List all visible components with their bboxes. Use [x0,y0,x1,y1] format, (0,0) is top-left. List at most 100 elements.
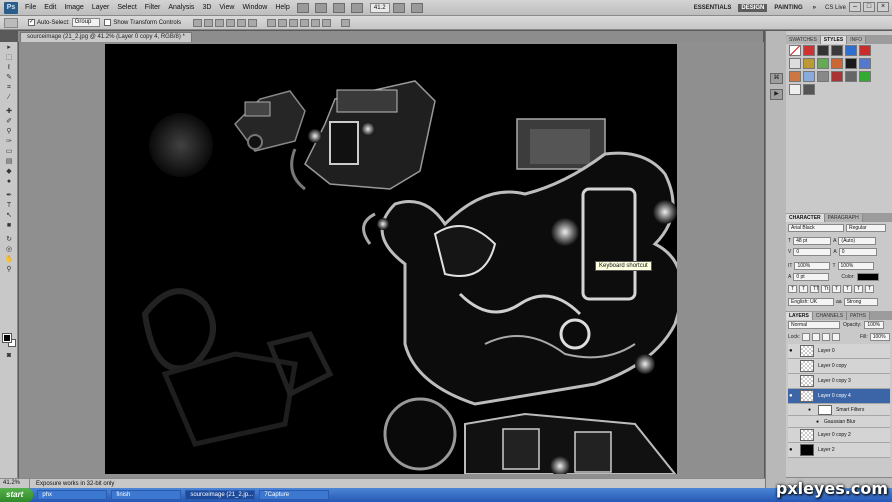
brush-tool-icon[interactable]: ✐ [3,118,15,126]
menu-window[interactable]: Window [238,4,271,11]
underline-button[interactable]: T [854,285,863,293]
gaussian-blur-row[interactable]: ● Gaussian Blur [788,416,890,428]
style-swatch[interactable] [817,45,829,56]
taskbar-item[interactable]: phx [37,490,108,500]
pen-tool-icon[interactable]: ✒ [3,192,15,200]
visibility-eye-icon[interactable] [789,363,797,369]
tab-paths[interactable]: PATHS [847,312,870,320]
layer-row-selected[interactable]: ● Layer 0 copy 4 [788,389,890,404]
font-family-select[interactable]: Arial Black [788,224,844,232]
shape-tool-icon[interactable]: ■ [3,222,15,230]
menu-file[interactable]: File [21,4,40,11]
layer-row[interactable]: Layer 0 copy 2 [788,428,890,443]
zoom-tool-icon[interactable] [350,2,363,13]
document-tab[interactable]: sourceimage (21_2.jpg @ 41.2% (Layer 0 c… [20,32,192,42]
start-button[interactable]: start [0,488,34,502]
tab-channels[interactable]: CHANNELS [812,312,848,320]
auto-align-icon[interactable] [341,18,351,27]
filter-eye-icon[interactable]: ● [816,419,819,425]
distribute-right-icon[interactable] [322,18,332,27]
menu-view[interactable]: View [215,4,238,11]
transform-controls-checkbox[interactable] [104,19,112,26]
eyedropper-tool-icon[interactable]: ⁄ [3,94,15,102]
align-top-icon[interactable] [193,18,203,27]
visibility-eye-icon[interactable]: ● [789,447,797,453]
style-swatch[interactable] [859,71,871,82]
lock-position-icon[interactable] [821,333,830,341]
faux-bold-button[interactable]: T [788,285,797,293]
horizontal-scale-field[interactable]: 100% [837,262,874,270]
align-right-icon[interactable] [248,18,258,27]
opacity-field[interactable]: 100% [864,321,885,329]
layer-row[interactable]: Layer 0 copy [788,359,890,374]
distribute-middle-icon[interactable] [278,18,288,27]
style-swatch[interactable] [803,58,815,69]
tab-info[interactable]: INFO [847,36,867,44]
distribute-left-icon[interactable] [300,18,310,27]
style-swatch[interactable] [831,58,843,69]
visibility-eye-icon[interactable]: ● [789,393,797,399]
taskbar-item[interactable]: finish [111,490,182,500]
layer-row[interactable]: ● Layer 2 [788,443,890,458]
language-select[interactable]: English: UK [788,298,834,306]
style-swatch[interactable] [831,45,843,56]
style-swatch[interactable] [817,58,829,69]
blur-tool-icon[interactable]: ◆ [3,168,15,176]
zoom-level-select[interactable]: 41.2 [369,2,390,13]
tab-swatches[interactable]: SWATCHES [786,36,821,44]
cs-live-button[interactable]: CS Live [825,5,846,11]
menu-3d[interactable]: 3D [198,4,215,11]
lock-transparent-icon[interactable] [801,333,810,341]
tracking-field[interactable]: 0 [838,248,877,256]
tab-layers[interactable]: LAYERS [786,312,813,320]
menu-select[interactable]: Select [113,4,140,11]
superscript-button[interactable]: T [832,285,841,293]
gradient-tool-icon[interactable]: ▤ [3,158,15,166]
hand-tool-icon[interactable] [332,2,345,13]
healing-brush-tool-icon[interactable]: ✚ [3,108,15,116]
history-panel-icon[interactable]: ⌘ [770,73,783,84]
strikethrough-button[interactable]: T [865,285,874,293]
move-tool-icon[interactable]: ▸ [3,44,15,52]
maximize-icon[interactable]: □ [863,2,875,12]
lock-all-icon[interactable] [831,333,840,341]
align-bottom-icon[interactable] [215,18,225,27]
align-center-icon[interactable] [237,18,247,27]
workspace-painting[interactable]: PAINTING [771,4,805,12]
align-left-icon[interactable] [226,18,236,27]
minibridge-icon[interactable] [314,2,327,13]
type-tool-icon[interactable]: T [3,202,15,210]
move-tool-preset-icon[interactable] [4,17,18,28]
menu-layer[interactable]: Layer [88,4,114,11]
layer-row[interactable]: ● Layer 0 [788,344,890,359]
eraser-tool-icon[interactable]: ▭ [3,148,15,156]
minimize-icon[interactable]: – [849,2,861,12]
tab-styles[interactable]: STYLES [820,36,848,44]
auto-select-checkbox[interactable]: ✓ [28,19,35,26]
more-workspaces-button[interactable]: » [810,4,819,12]
blend-mode-select[interactable]: Normal [788,321,840,329]
style-swatch[interactable] [789,71,801,82]
style-swatch[interactable] [831,71,843,82]
3d-orbit-tool-icon[interactable]: ◎ [3,246,15,254]
visibility-eye-icon[interactable] [789,378,797,384]
style-swatch[interactable] [859,45,871,56]
distribute-top-icon[interactable] [267,18,277,27]
dodge-tool-icon[interactable]: ● [3,178,15,186]
close-icon[interactable]: × [877,2,889,12]
hand-tool-icon[interactable]: ✋ [3,256,15,264]
menu-edit[interactable]: Edit [40,4,60,11]
bridge-icon[interactable] [296,2,309,13]
arrange-documents-icon[interactable] [392,2,405,13]
style-swatch[interactable] [859,58,871,69]
faux-italic-button[interactable]: T [799,285,808,293]
taskbar-item[interactable]: 7Capture [259,490,330,500]
document-canvas[interactable]: Keyboard shortcut [105,44,677,474]
subscript-button[interactable]: T [843,285,852,293]
style-swatch[interactable] [803,84,815,95]
3d-rotate-tool-icon[interactable]: ↻ [3,236,15,244]
all-caps-button[interactable]: TT [810,285,819,293]
layer-row[interactable]: Layer 0 copy 3 [788,374,890,389]
tab-character[interactable]: CHARACTER [786,214,825,222]
style-swatch[interactable] [845,58,857,69]
